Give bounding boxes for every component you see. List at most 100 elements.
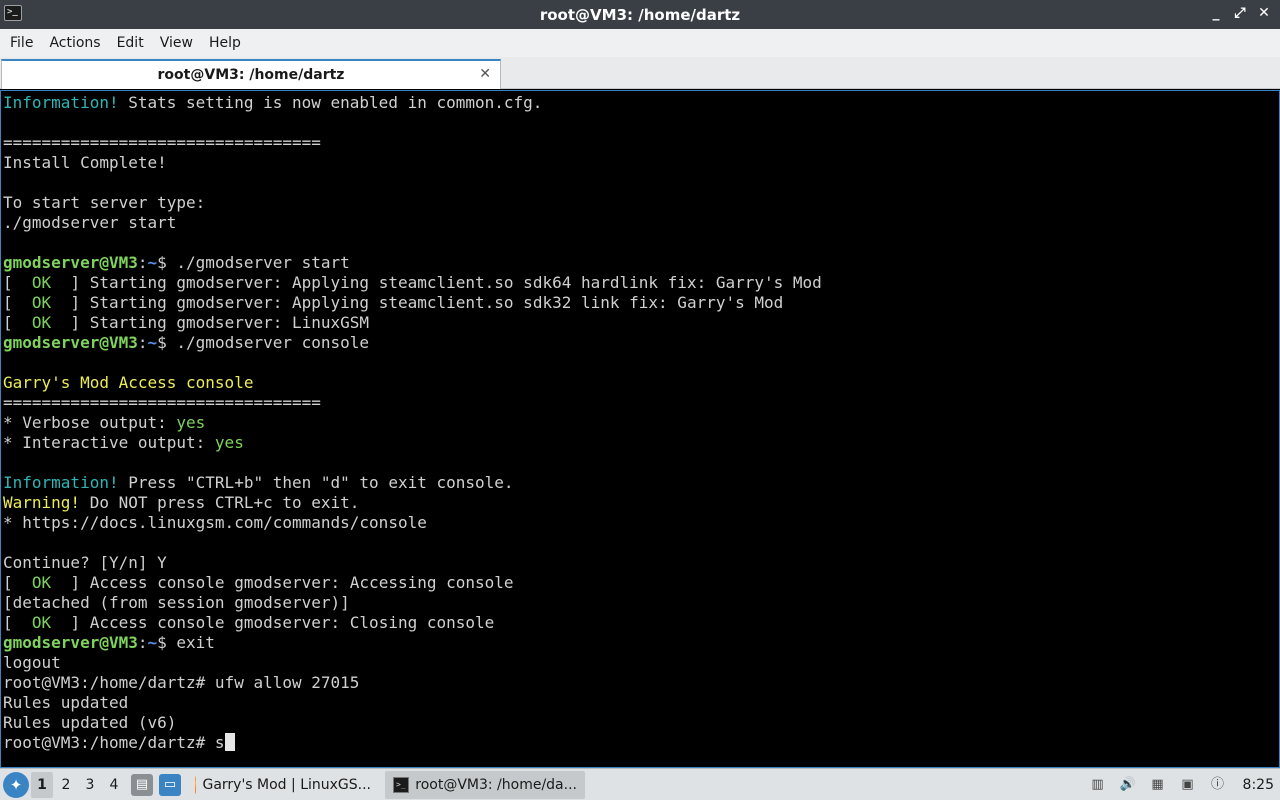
close-icon[interactable]: ✕ [1256, 5, 1272, 21]
terminal-text: Rules updated (v6) [3, 713, 177, 732]
taskbar: ✦ 1 2 3 4 ▤ ▭ Garry's Mod | LinuxGS... >… [0, 768, 1280, 800]
terminal-line: Information! Press "CTRL+b" then "d" to … [3, 473, 822, 493]
terminal-text: OK [31, 273, 52, 292]
notes-icon[interactable]: ▦ [1149, 776, 1167, 794]
terminal-line: [ OK ] Starting gmodserver: Applying ste… [3, 273, 822, 293]
menu-actions[interactable]: Actions [41, 29, 108, 57]
terminal-line: root@VM3:/home/dartz# ufw allow 27015 [3, 673, 822, 693]
menu-bar: File Actions Edit View Help [0, 29, 1280, 57]
terminal-text: ================================= [3, 393, 321, 412]
window-title: root@VM3: /home/dartz [539, 5, 741, 24]
terminal-text: OK [31, 613, 52, 632]
terminal-text: : [137, 633, 148, 652]
terminal-line: gmodserver@VM3:~$ exit [3, 633, 822, 653]
terminal-text: Press "CTRL+b" then "d" to exit console. [118, 473, 514, 492]
workspace-3[interactable]: 3 [79, 772, 101, 798]
terminal-text: [ [3, 293, 32, 312]
tab-terminal[interactable]: root@VM3: /home/dartz ✕ [1, 59, 501, 89]
terminal-text: [ [3, 613, 32, 632]
terminal-text: root@VM3:/home/dartz# s [3, 733, 225, 752]
terminal-line: gmodserver@VM3:~$ ./gmodserver start [3, 253, 822, 273]
file-manager-icon[interactable]: ▤ [131, 773, 153, 796]
terminal-text: [ [3, 313, 32, 332]
window-titlebar[interactable]: >_ root@VM3: /home/dartz _ ⤢ ✕ [0, 0, 1280, 29]
terminal-text: OK [31, 573, 52, 592]
terminal-text: Information! [3, 93, 119, 112]
terminal-text: Do NOT press CTRL+c to exit. [80, 493, 360, 512]
terminal-text: yes [214, 433, 244, 452]
screen-icon[interactable]: ▣ [1179, 776, 1197, 794]
minimize-icon[interactable]: _ [1208, 5, 1224, 21]
volume-icon[interactable]: 🔊 [1119, 776, 1137, 794]
terminal-line: ================================= [3, 133, 822, 153]
firefox-icon [195, 775, 197, 794]
terminal-text: ~ [147, 633, 158, 652]
terminal-line: * Interactive output: yes [3, 433, 822, 453]
workspace-4[interactable]: 4 [103, 772, 125, 798]
terminal-line: Warning! Do NOT press CTRL+c to exit. [3, 493, 822, 513]
menu-view[interactable]: View [152, 29, 201, 57]
terminal-text: Information! [3, 473, 119, 492]
task-firefox[interactable]: Garry's Mod | LinuxGS... [187, 771, 379, 799]
terminal-text: Warning! [3, 493, 81, 512]
terminal-line: [ OK ] Access console gmodserver: Closin… [3, 613, 822, 633]
window-controls: _ ⤢ ✕ [1208, 5, 1272, 21]
menu-edit[interactable]: Edit [109, 29, 152, 57]
task-terminal-label: root@VM3: /home/da... [415, 776, 577, 793]
workspace-1[interactable]: 1 [31, 771, 53, 798]
clock[interactable]: 8:25 [1243, 777, 1274, 793]
terminal-text: gmodserver@VM3 [3, 253, 138, 272]
terminal-text: Rules updated [3, 693, 129, 712]
start-menu-icon[interactable]: ✦ [3, 771, 29, 798]
terminal-text: To start server type: [3, 193, 206, 212]
terminal-text: : [137, 333, 148, 352]
clipboard-icon[interactable]: ▥ [1089, 776, 1107, 794]
terminal-text: ~ [147, 333, 158, 352]
terminal-text: ] Starting gmodserver: Applying steamcli… [51, 273, 822, 292]
terminal-lines: Information! Stats setting is now enable… [3, 93, 822, 753]
terminal-text: gmodserver@VM3 [3, 333, 138, 352]
terminal-line: [ OK ] Access console gmodserver: Access… [3, 573, 822, 593]
terminal-text: ] Access console gmodserver: Closing con… [51, 613, 495, 632]
terminal-text: ================================= [3, 133, 321, 152]
terminal-text: ./gmodserver start [3, 213, 177, 232]
show-desktop-icon[interactable]: ▭ [159, 773, 181, 796]
terminal-line: Information! Stats setting is now enable… [3, 93, 822, 113]
terminal-line: Garry's Mod Access console [3, 373, 822, 393]
terminal-text: Install Complete! [3, 153, 167, 172]
maximize-icon[interactable]: ⤢ [1232, 5, 1248, 21]
terminal-text: Stats setting is now enabled in common.c… [118, 93, 543, 112]
tab-close-icon[interactable]: ✕ [479, 66, 491, 82]
terminal-text: Continue? [Y/n] Y [3, 553, 167, 572]
terminal-line: ================================= [3, 393, 822, 413]
update-icon[interactable]: ⓘ [1209, 776, 1227, 794]
terminal-output[interactable]: Information! Stats setting is now enable… [0, 90, 1280, 768]
terminal-text: root@VM3:/home/dartz# ufw allow 27015 [3, 673, 360, 692]
terminal-icon: >_ [393, 776, 410, 793]
terminal-line: Install Complete! [3, 153, 822, 173]
terminal-line: gmodserver@VM3:~$ ./gmodserver console [3, 333, 822, 353]
terminal-line: ./gmodserver start [3, 213, 822, 233]
task-firefox-label: Garry's Mod | LinuxGS... [202, 776, 371, 793]
task-terminal[interactable]: >_ root@VM3: /home/da... [385, 770, 585, 799]
terminal-line: Continue? [Y/n] Y [3, 553, 822, 573]
terminal-line: root@VM3:/home/dartz# s [3, 733, 822, 753]
tab-bar: root@VM3: /home/dartz ✕ [0, 57, 1280, 89]
terminal-line: * Verbose output: yes [3, 413, 822, 433]
terminal-line: * https://docs.linuxgsm.com/commands/con… [3, 513, 822, 533]
terminal-text: [ [3, 273, 32, 292]
terminal-text: $ ./gmodserver console [157, 333, 370, 352]
workspace-2[interactable]: 2 [55, 772, 77, 798]
menu-file[interactable]: File [2, 29, 41, 57]
terminal-text: OK [31, 293, 52, 312]
terminal-text: [ [3, 573, 32, 592]
terminal-text: $ exit [157, 633, 215, 652]
tab-label: root@VM3: /home/dartz [157, 67, 345, 83]
menu-help[interactable]: Help [201, 29, 249, 57]
terminal-line: [ OK ] Starting gmodserver: LinuxGSM [3, 313, 822, 333]
terminal-text: gmodserver@VM3 [3, 633, 138, 652]
text-cursor [224, 733, 235, 751]
